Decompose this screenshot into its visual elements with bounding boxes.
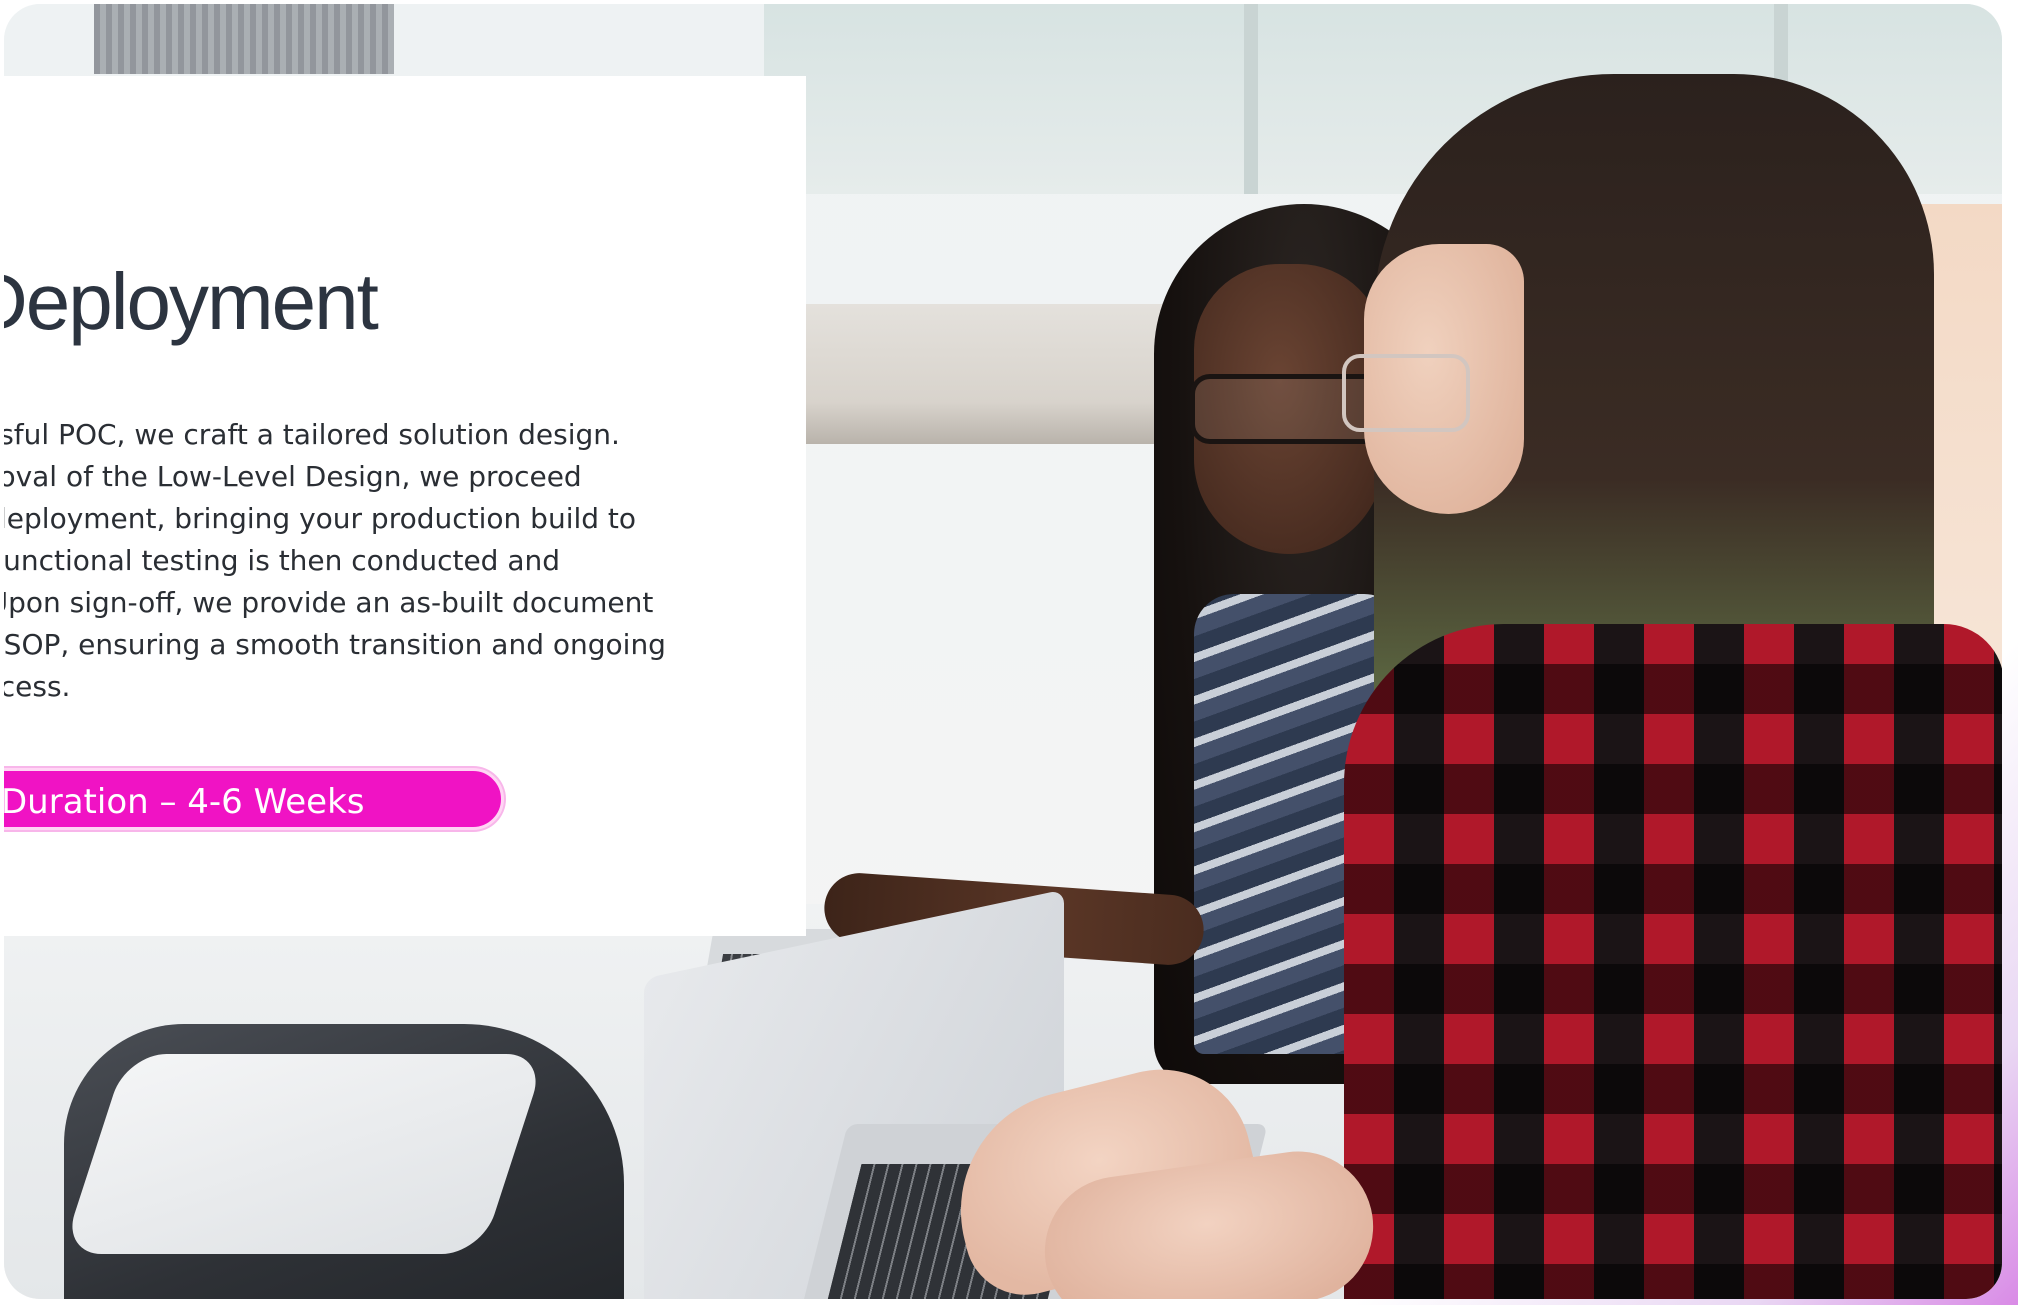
body-line: pproval of the Low-Level Design, we proc… [4, 460, 582, 493]
slide-title: Deployment [4, 257, 379, 346]
duration-badge: Duration – 4-6 Weeks [4, 768, 504, 830]
slide-card: Deployment cessful POC, we craft a tailo… [4, 4, 2002, 1299]
photo-printer-top [61, 1054, 547, 1254]
photo-window-frame [1244, 4, 1258, 194]
photo-monitor-edge [94, 4, 394, 74]
text-panel: Deployment cessful POC, we craft a tailo… [4, 76, 806, 936]
body-line: us functional testing is then conducted … [4, 544, 561, 577]
body-line: cessful POC, we craft a tailored solutio… [4, 418, 620, 451]
slide-body: cessful POC, we craft a tailored solutio… [4, 414, 732, 708]
body-line: to deployment, bringing your production … [4, 502, 637, 535]
body-line: success. [4, 670, 71, 703]
body-line: led SOP, ensuring a smooth transition an… [4, 628, 666, 661]
body-line: d. Upon sign-off, we provide an as-built… [4, 586, 654, 619]
photo-person-2-glasses [1342, 354, 1470, 432]
photo-person-2-shirt [1344, 624, 2002, 1299]
